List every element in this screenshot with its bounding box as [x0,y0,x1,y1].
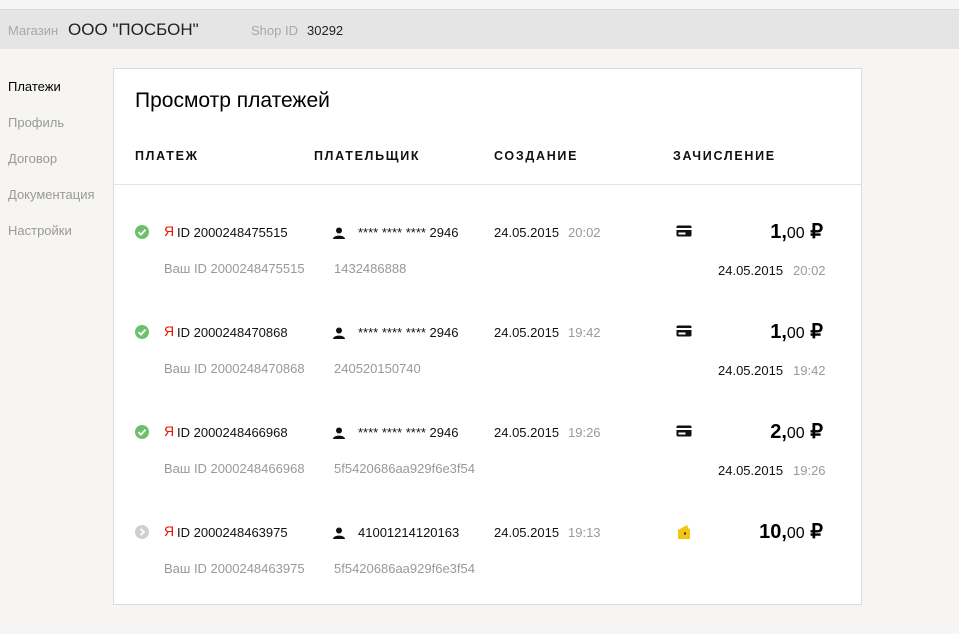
payer-account: **** **** **** 2946 [358,225,459,240]
yandex-logo-icon: Я [164,423,175,439]
payment-id[interactable]: ID 2000248475515 [177,225,288,240]
table-row[interactable]: Я ID 2000248470868 Ваш ID 2000248470868 … [114,321,861,423]
user-icon [333,226,345,244]
column-header-payment: ПЛАТЕЖ [135,149,199,163]
created-time: 19:13 [568,525,601,540]
header-divider [114,184,861,185]
sidebar-item-payments[interactable]: Платежи [8,78,95,114]
merchant-payment-id: Ваш ID 2000248463975 [164,561,304,576]
yandex-logo-icon: Я [164,323,175,339]
table-row[interactable]: Я ID 2000248475515 Ваш ID 2000248475515 … [114,221,861,323]
column-header-payer: ПЛАТЕЛЬЩИК [314,149,421,163]
created-time: 19:42 [568,325,601,340]
card-icon [676,324,692,342]
credited-date: 24.05.2015 [718,263,784,278]
shop-label: Магазин [8,23,59,38]
created-date: 24.05.2015 [494,325,560,340]
payer-sub-id: 5f5420686aa929f6e3f54 [334,561,475,576]
created-date: 24.05.2015 [494,425,560,440]
user-icon [333,526,345,544]
sidebar-item-documentation[interactable]: Документация [8,186,95,222]
payer-account: **** **** **** 2946 [358,425,459,440]
payment-amount: 10,00 ₽ [759,521,823,543]
credited-date: 24.05.2015 [718,463,784,478]
table-row[interactable]: Я ID 2000248466968 Ваш ID 2000248466968 … [114,421,861,523]
yandex-logo-icon: Я [164,223,175,239]
wallet-icon [676,524,692,545]
sidebar-item-settings[interactable]: Настройки [8,222,95,258]
sidebar-item-profile[interactable]: Профиль [8,114,95,150]
user-icon [333,426,345,444]
card-icon [676,424,692,442]
success-check-icon [135,225,149,239]
column-header-credited: ЗАЧИСЛЕНИЕ [673,149,776,163]
credited-date: 24.05.2015 [718,363,784,378]
table-row[interactable]: Я ID 2000248463975 Ваш ID 2000248463975 … [114,521,861,623]
payment-id[interactable]: ID 2000248463975 [177,525,288,540]
payments-panel: Просмотр платежей ПЛАТЕЖ ПЛАТЕЛЬЩИК СОЗД… [113,68,862,605]
success-check-icon [135,425,149,439]
card-icon [676,224,692,242]
sidebar-item-contract[interactable]: Договор [8,150,95,186]
page-title: Просмотр платежей [135,89,330,112]
sidebar-nav: Платежи Профиль Договор Документация Нас… [8,78,95,258]
shop-header: Магазин ООО "ПОСБОН" Shop ID 30292 [0,9,959,49]
pending-arrow-icon [135,525,149,539]
created-time: 20:02 [568,225,601,240]
merchant-payment-id: Ваш ID 2000248470868 [164,361,304,376]
success-check-icon [135,325,149,339]
payer-account: **** **** **** 2946 [358,325,459,340]
payer-sub-id: 240520150740 [334,361,421,376]
payer-sub-id: 5f5420686aa929f6e3f54 [334,461,475,476]
payer-sub-id: 1432486888 [334,261,407,276]
yandex-logo-icon: Я [164,523,175,539]
column-header-created: СОЗДАНИЕ [494,149,579,163]
user-icon [333,326,345,344]
merchant-payment-id: Ваш ID 2000248466968 [164,461,304,476]
credited-time: 20:02 [793,263,826,278]
payment-amount: 1,00 ₽ [770,321,823,343]
shop-id: 30292 [307,23,344,38]
payment-id[interactable]: ID 2000248466968 [177,425,288,440]
shop-name: ООО "ПОСБОН" [68,20,199,39]
payer-account: 41001214120163 [358,525,460,540]
payment-amount: 2,00 ₽ [770,421,823,443]
credited-time: 19:42 [793,363,826,378]
created-time: 19:26 [568,425,601,440]
created-date: 24.05.2015 [494,525,560,540]
created-date: 24.05.2015 [494,225,560,240]
payment-id[interactable]: ID 2000248470868 [177,325,288,340]
merchant-payment-id: Ваш ID 2000248475515 [164,261,304,276]
shop-id-label: Shop ID [251,23,298,38]
credited-time: 19:26 [793,463,826,478]
payment-amount: 1,00 ₽ [770,221,823,243]
